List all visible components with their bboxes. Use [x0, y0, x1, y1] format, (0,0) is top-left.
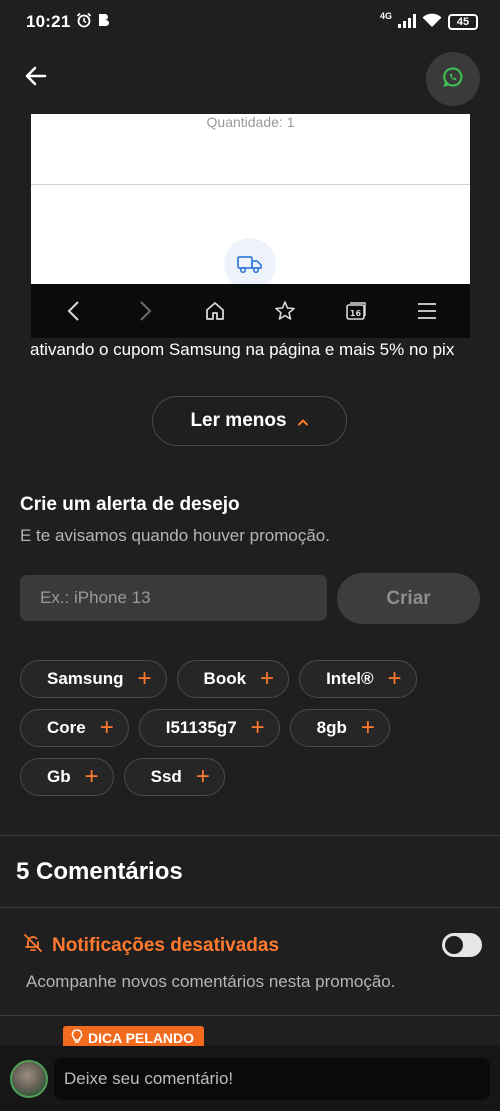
wifi-icon [422, 13, 442, 31]
tag-chip-label: Gb [47, 767, 71, 786]
tag-chips: Samsung + Book + Intel® + Core + I51135g7 + 8… [20, 660, 480, 796]
tag-chip-label: Samsung [47, 669, 124, 688]
tag-chip-label: Ssd [150, 767, 182, 786]
plus-icon: + [387, 665, 402, 692]
tag-chip[interactable]: I51135g7 + [138, 709, 280, 747]
tag-chip[interactable]: 8gb + [289, 709, 390, 747]
create-alert-button[interactable]: Criar [337, 573, 480, 624]
whatsapp-share-button[interactable] [426, 52, 480, 106]
comment-composer [0, 1046, 500, 1111]
browser-forward-icon [127, 293, 163, 329]
plus-icon: + [195, 763, 210, 790]
browser-back-icon [56, 293, 92, 329]
back-button[interactable] [20, 62, 52, 94]
battery-level: 45 [456, 16, 470, 28]
tip-badge-label: DICA PELANDO [88, 1030, 195, 1046]
chevron-up-icon [297, 414, 309, 429]
tag-chip-label: I51135g7 [165, 718, 237, 737]
comments-count: 5 Comentários [16, 858, 183, 885]
read-less-label: Ler menos [190, 410, 287, 431]
top-bar [0, 44, 500, 114]
avatar [10, 1060, 48, 1098]
whatsapp-icon [442, 66, 464, 93]
notifications-status: Notificações desativadas [22, 932, 279, 960]
plus-icon: + [137, 665, 152, 692]
tag-chip-label: 8gb [316, 718, 347, 737]
embed-divider [31, 184, 470, 185]
network-type: 4G [379, 11, 392, 21]
wish-alert-input[interactable] [20, 575, 327, 621]
tag-chip[interactable]: Intel® + [299, 660, 417, 698]
arrow-left-icon [24, 64, 48, 93]
bell-off-icon [22, 932, 44, 960]
comment-input[interactable] [54, 1058, 490, 1100]
tag-chip[interactable]: Ssd + [123, 758, 225, 796]
browser-bookmark-icon [268, 293, 304, 329]
status-bar: 10:21 4G 45 [0, 0, 500, 44]
lightbulb-icon [71, 1029, 83, 1047]
signal-icon [398, 13, 416, 31]
tag-chip[interactable]: Gb + [20, 758, 114, 796]
tag-chip[interactable]: Book + [176, 660, 290, 698]
truck-icon [224, 238, 276, 290]
toggle-knob [445, 936, 463, 954]
wish-alert-subtitle: E te avisamos quando houver promoção. [20, 526, 330, 545]
read-less-button[interactable]: Ler menos [152, 396, 347, 446]
notifications-subtitle: Acompanhe novos comentários nesta promoç… [26, 972, 396, 991]
browser-menu-icon [409, 293, 445, 329]
tag-chip[interactable]: Samsung + [20, 660, 167, 698]
alarm-icon [76, 12, 92, 33]
app-notification-icon [98, 13, 110, 32]
wish-alert-title: Crie um alerta de desejo [20, 494, 240, 515]
notifications-toggle[interactable] [442, 933, 482, 957]
plus-icon: + [260, 665, 275, 692]
quantity-label: Quantidade: 1 [206, 114, 295, 130]
tag-chip[interactable]: Core + [20, 709, 129, 747]
notifications-label: Notificações desativadas [52, 935, 280, 956]
battery-icon: 45 [448, 14, 478, 30]
divider [0, 1015, 500, 1016]
status-time: 10:21 [26, 12, 71, 31]
embedded-browser-nav: 16 [31, 284, 470, 338]
plus-icon: + [84, 763, 99, 790]
plus-icon: + [360, 714, 375, 741]
tag-chip-label: Intel® [326, 669, 374, 688]
embedded-screenshot: Quantidade: 1 [31, 114, 470, 290]
deal-description: ativando o cupom Samsung na página e mai… [30, 340, 455, 359]
divider [0, 907, 500, 908]
browser-home-icon [197, 293, 233, 329]
tag-chip-label: Core [47, 718, 86, 737]
tag-chip-label: Book [203, 669, 247, 688]
browser-tabs-icon: 16 [338, 293, 374, 329]
svg-text:16: 16 [350, 309, 362, 318]
plus-icon: + [250, 714, 265, 741]
plus-icon: + [99, 714, 114, 741]
